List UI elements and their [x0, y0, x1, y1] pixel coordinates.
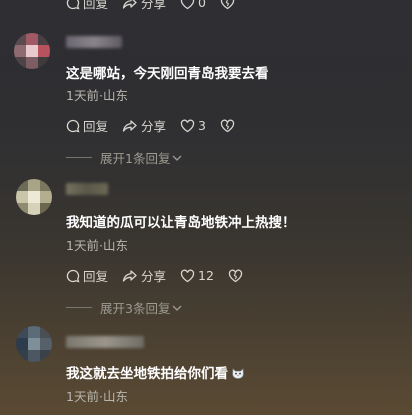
comment-meta: 1天前·山东: [66, 88, 128, 103]
broken-heart-icon: [220, 0, 235, 9]
heart-icon: [180, 119, 195, 132]
speech-bubble-icon: [66, 119, 80, 132]
like-count: 12: [198, 268, 214, 283]
avatar[interactable]: [14, 33, 50, 69]
dislike-button[interactable]: [220, 119, 238, 133]
expand-replies-label: 展开3条回复: [100, 301, 171, 316]
username-blurred[interactable]: [66, 183, 108, 195]
top-partial-actions: 回复 分享 0: [66, 0, 252, 12]
share-button[interactable]: 分享: [122, 266, 166, 285]
share-button[interactable]: 分享: [122, 0, 166, 12]
comment-time: 1天前: [66, 238, 99, 253]
share-arrow-icon: [122, 119, 137, 132]
comment-meta: 1天前·山东: [66, 389, 128, 404]
reply-button[interactable]: 回复: [66, 116, 108, 135]
expand-replies-label: 展开1条回复: [100, 151, 171, 166]
like-button[interactable]: 12: [180, 268, 214, 283]
reply-label: 回复: [83, 0, 109, 11]
comment-time: 1天前: [66, 389, 99, 404]
comment-text: 我这就去坐地铁拍给你们看: [66, 362, 245, 382]
like-button[interactable]: 0: [180, 0, 206, 10]
share-button[interactable]: 分享: [122, 116, 166, 135]
expand-replies-button[interactable]: 展开3条回复: [66, 298, 183, 317]
chevron-down-icon: [172, 155, 182, 161]
comment-location: 山东: [102, 389, 128, 404]
comment-time: 1天前: [66, 88, 99, 103]
comment-text-content: 我这就去坐地铁拍给你们看: [66, 366, 228, 382]
comment-location: 山东: [102, 238, 128, 253]
avatar[interactable]: [16, 326, 52, 362]
comment-meta: 1天前·山东: [66, 238, 128, 253]
dislike-button[interactable]: [228, 269, 246, 283]
share-arrow-icon: [122, 269, 137, 282]
chevron-down-icon: [172, 305, 182, 311]
dislike-button[interactable]: [220, 0, 238, 10]
speech-bubble-icon: [66, 0, 80, 9]
expand-replies-button[interactable]: 展开1条回复: [66, 148, 183, 167]
reply-label: 回复: [83, 269, 109, 284]
heart-icon: [180, 269, 195, 282]
reply-label: 回复: [83, 119, 109, 134]
comment-actions: 回复 分享 12: [66, 266, 260, 285]
like-count: 3: [198, 118, 206, 133]
share-label: 分享: [141, 119, 167, 134]
comment-text: 我知道的瓜可以让青岛地铁冲上热搜！: [66, 215, 296, 231]
divider-line: [66, 307, 92, 308]
cat-face-emoji: [232, 368, 244, 379]
like-count: 0: [198, 0, 206, 10]
comment-location: 山东: [102, 88, 128, 103]
share-arrow-icon: [122, 0, 137, 9]
broken-heart-icon: [220, 119, 235, 132]
heart-icon: [180, 0, 195, 9]
share-label: 分享: [141, 269, 167, 284]
reply-button[interactable]: 回复: [66, 0, 108, 12]
speech-bubble-icon: [66, 269, 80, 282]
username-blurred[interactable]: [66, 36, 122, 48]
broken-heart-icon: [228, 269, 243, 282]
share-label: 分享: [141, 0, 167, 11]
comment-text: 这是哪站，今天刚回青岛我要去看: [66, 66, 269, 82]
like-button[interactable]: 3: [180, 118, 206, 133]
comment-actions: 回复 分享 3: [66, 116, 252, 135]
username-blurred[interactable]: [66, 336, 144, 348]
reply-button[interactable]: 回复: [66, 266, 108, 285]
divider-line: [66, 157, 92, 158]
avatar[interactable]: [16, 179, 52, 215]
